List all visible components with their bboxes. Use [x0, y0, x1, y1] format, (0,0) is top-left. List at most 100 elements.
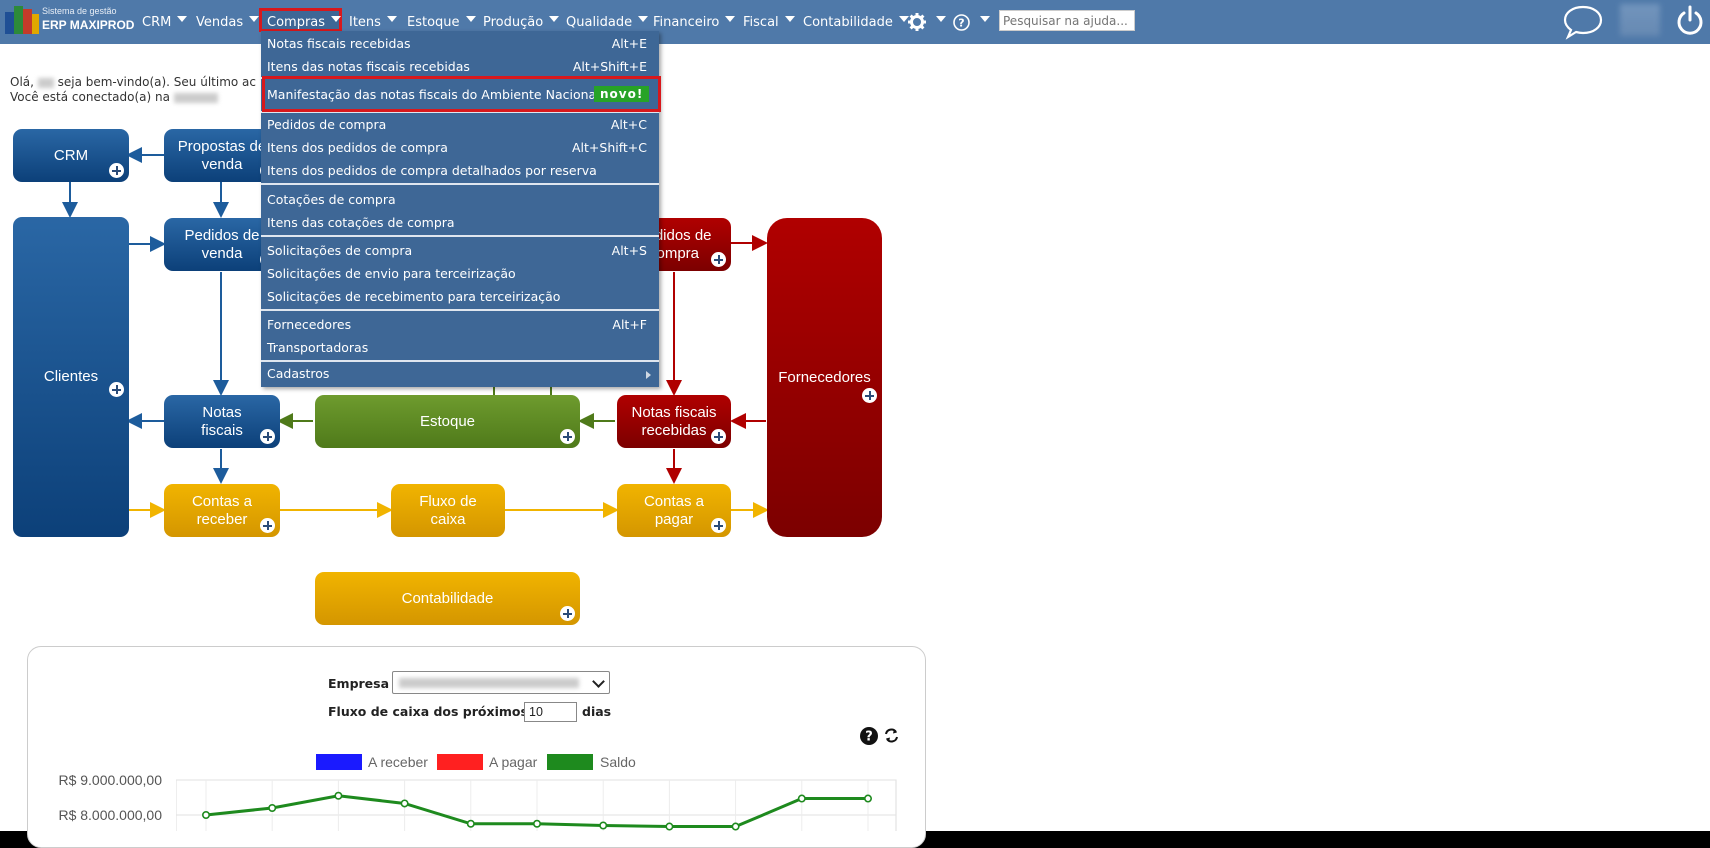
flow-notas-fiscais[interactable]: Notas fiscais [164, 395, 280, 448]
add-icon[interactable] [862, 388, 877, 403]
flow-clientes-label: Clientes [43, 368, 99, 385]
flow-contabilidade[interactable]: Contabilidade [315, 572, 580, 625]
data-point-saldo[interactable] [599, 821, 608, 830]
menu-item-cotacoes-compra[interactable]: Cotações de compra [261, 189, 659, 211]
flow-crm-label: CRM [53, 146, 89, 164]
menu-item-label: Solicitações de compra [267, 243, 413, 258]
flow-fornecedores-label: Fornecedores [778, 368, 871, 386]
menu-item-label: Pedidos de compra [267, 117, 387, 132]
data-point-saldo[interactable] [532, 819, 541, 828]
page: Sistema de gestão ERP MAXIPROD CRM Venda… [0, 0, 1710, 848]
menu-item-transportadoras[interactable]: Transportadoras [261, 337, 659, 359]
data-point-saldo[interactable] [400, 799, 409, 808]
menu-item-label: Solicitações de recebimento para terceir… [267, 289, 561, 304]
add-icon[interactable] [109, 163, 124, 178]
flow-notas-fiscais-label: Notas fiscais [201, 403, 243, 439]
empresa-select[interactable] [392, 671, 610, 694]
legend-swatch-a-pagar[interactable] [437, 754, 483, 770]
menu-item-label: Itens das notas fiscais recebidas [267, 59, 470, 74]
add-icon[interactable] [711, 252, 726, 267]
fluxo-label: Fluxo de caixa dos próximos [328, 704, 528, 719]
menu-item-label: Itens dos pedidos de compra [267, 140, 448, 155]
data-point-saldo[interactable] [665, 822, 674, 831]
help-menu[interactable]: ? [953, 0, 990, 44]
help-icon: ? [953, 13, 970, 31]
legend-saldo[interactable]: Saldo [600, 754, 636, 770]
flow-notas-recebidas[interactable]: Notas fiscais recebidas [617, 395, 731, 448]
add-icon[interactable] [711, 518, 726, 533]
data-point-saldo[interactable] [268, 803, 277, 812]
legend-swatch-a-receber[interactable] [316, 754, 362, 770]
flow-propostas-label: Propostas de venda [177, 137, 267, 173]
svg-text:?: ? [865, 730, 873, 745]
menu-separator [261, 360, 659, 362]
days-unit: dias [582, 704, 612, 719]
menu-item-label: Fornecedores [267, 317, 352, 332]
user-avatar[interactable] [1620, 4, 1660, 36]
manifestacao-highlight [262, 76, 661, 112]
chevron-down-icon [980, 16, 990, 22]
menu-item-itens-pedidos-reserva[interactable]: Itens dos pedidos de compra detalhados p… [261, 160, 659, 182]
menu-item-label: Cadastros [267, 366, 330, 381]
add-icon[interactable] [109, 382, 124, 397]
data-point-saldo[interactable] [797, 794, 806, 803]
menu-item-shortcut: Alt+C [610, 117, 647, 132]
legend-swatch-saldo[interactable] [547, 754, 593, 770]
menu-item-shortcut: Alt+S [611, 243, 647, 258]
menu-item-cadastros[interactable]: Cadastros [261, 363, 659, 385]
data-point-saldo[interactable] [466, 819, 475, 828]
menu-item-fornecedores[interactable]: Fornecedores Alt+F [261, 314, 659, 336]
days-input[interactable] [524, 702, 577, 722]
add-icon[interactable] [260, 429, 275, 444]
flow-fluxo-caixa[interactable]: Fluxo de caixa [391, 484, 505, 537]
flow-contas-pagar[interactable]: Contas a pagar [617, 484, 731, 537]
flow-estoque[interactable]: Estoque [315, 395, 580, 448]
menu-item-solicitacoes-compra[interactable]: Solicitações de compra Alt+S [261, 240, 659, 262]
menu-item-label: Notas fiscais recebidas [267, 36, 411, 51]
help-icon[interactable]: ? [860, 727, 878, 745]
data-point-saldo[interactable] [863, 794, 872, 803]
menu-separator [261, 235, 659, 237]
y-tick-label: R$ 9.000.000,00 [58, 772, 162, 788]
empresa-label: Empresa [328, 676, 390, 691]
flow-contas-receber[interactable]: Contas a receber [164, 484, 280, 537]
menu-item-shortcut: Alt+Shift+C [571, 140, 647, 155]
menu-item-itens-cotacoes[interactable]: Itens das cotações de compra [261, 212, 659, 234]
flow-contas-pagar-label: Contas a pagar [643, 492, 705, 528]
power-icon[interactable] [1675, 4, 1705, 38]
menu-item-solicitacoes-envio[interactable]: Solicitações de envio para terceirização [261, 263, 659, 285]
settings-menu[interactable] [908, 0, 946, 44]
menu-item-shortcut: Alt+Shift+E [572, 59, 647, 74]
gear-icon [908, 13, 926, 31]
menu-item-pedidos-compra[interactable]: Pedidos de compra Alt+C [261, 114, 659, 136]
svg-text:?: ? [958, 16, 964, 29]
flow-contabilidade-label: Contabilidade [401, 589, 494, 607]
add-icon[interactable] [560, 429, 575, 444]
legend-a-receber[interactable]: A receber [368, 754, 428, 770]
data-point-saldo[interactable] [334, 791, 343, 800]
menu-item-itens-pedidos-compra[interactable]: Itens dos pedidos de compra Alt+Shift+C [261, 137, 659, 159]
chevron-down-icon [592, 675, 605, 688]
menu-item-label: Itens das cotações de compra [267, 215, 455, 230]
menu-item-solicitacoes-recebimento[interactable]: Solicitações de recebimento para terceir… [261, 286, 659, 308]
flow-clientes[interactable]: Clientes [13, 217, 129, 537]
menu-item-itens-notas-recebidas[interactable]: Itens das notas fiscais recebidas Alt+Shi… [261, 56, 659, 78]
refresh-icon[interactable] [883, 727, 900, 744]
data-point-saldo[interactable] [201, 810, 210, 819]
cash-flow-chart [176, 779, 897, 831]
flow-estoque-label: Estoque [419, 412, 476, 430]
flow-contas-receber-label: Contas a receber [191, 492, 253, 528]
chevron-down-icon [936, 16, 946, 22]
add-icon[interactable] [260, 518, 275, 533]
add-icon[interactable] [560, 606, 575, 621]
chat-icon[interactable] [1562, 4, 1604, 40]
menu-item-notas-fiscais-recebidas[interactable]: Notas fiscais recebidas Alt+E [261, 33, 659, 55]
add-icon[interactable] [711, 429, 726, 444]
menu-item-shortcut: Alt+F [612, 317, 647, 332]
menu-item-shortcut: Alt+E [611, 36, 647, 51]
legend-a-pagar[interactable]: A pagar [489, 754, 537, 770]
flow-fornecedores[interactable]: Fornecedores [767, 218, 882, 537]
flow-crm[interactable]: CRM [13, 129, 129, 182]
data-point-saldo[interactable] [731, 822, 740, 831]
help-search-input[interactable] [999, 10, 1135, 31]
